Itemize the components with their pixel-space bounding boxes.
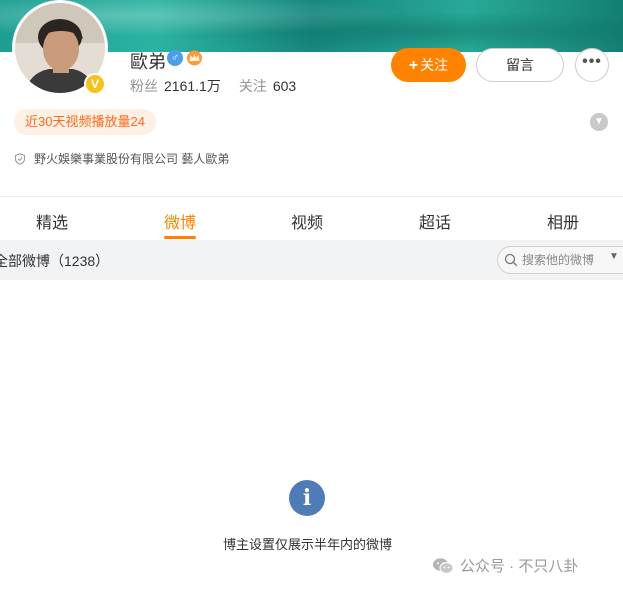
crown-icon [187,50,202,66]
wechat-icon [433,558,454,574]
fans-label: 粉丝 [130,78,158,94]
follow-label: 关注 [420,57,449,73]
more-options-button[interactable]: ••• [575,48,609,82]
profile-stats: 粉丝 2161.1万 关注 603 [130,76,314,96]
profile-tabs: 精选 微博 视频 超话 相册 [0,197,623,241]
follow-button[interactable]: + 关注 [391,48,466,82]
info-icon: i [289,480,325,516]
dropdown-arrow-icon[interactable]: ▼ [609,251,619,262]
plus-icon: + [408,57,419,74]
male-icon: ♂ [167,50,183,66]
fans-count[interactable]: 2161.1万 [164,78,221,94]
profile-name: 歐弟 [130,52,166,72]
active-tab-indicator [164,236,196,239]
company-info: 野火娛樂事業股份有限公司 藝人歐弟 [14,150,229,167]
tab-album[interactable]: 相册 [547,209,579,233]
empty-state-message: 博主设置仅展示半年内的微博 [222,537,392,552]
shield-icon [14,153,26,165]
all-posts-filter[interactable]: 全部微博（1238） [0,251,109,271]
message-button[interactable]: 留言 [476,48,564,82]
watermark: 公众号 · 不只八卦 [432,555,578,576]
verified-badge-icon: V [84,73,106,95]
filter-bar: 全部微博（1238） ▼ [0,240,623,280]
tab-featured[interactable]: 精选 [36,209,68,233]
tab-super-topic[interactable]: 超话 [419,209,451,233]
chevron-down-icon[interactable]: ▼ [590,113,608,131]
post-search[interactable]: ▼ [497,246,623,274]
search-input[interactable] [522,252,602,268]
tab-weibo[interactable]: 微博 [164,209,196,233]
watermark-text: 公众号 · 不只八卦 [460,558,579,575]
following-label: 关注 [238,78,267,94]
following-count[interactable]: 603 [273,78,296,94]
company-text: 野火娛樂事業股份有限公司 藝人歐弟 [34,152,230,166]
video-views-tag: 近30天视频播放量24 [14,109,156,135]
tab-videos[interactable]: 视频 [291,209,323,233]
search-icon [504,253,518,267]
